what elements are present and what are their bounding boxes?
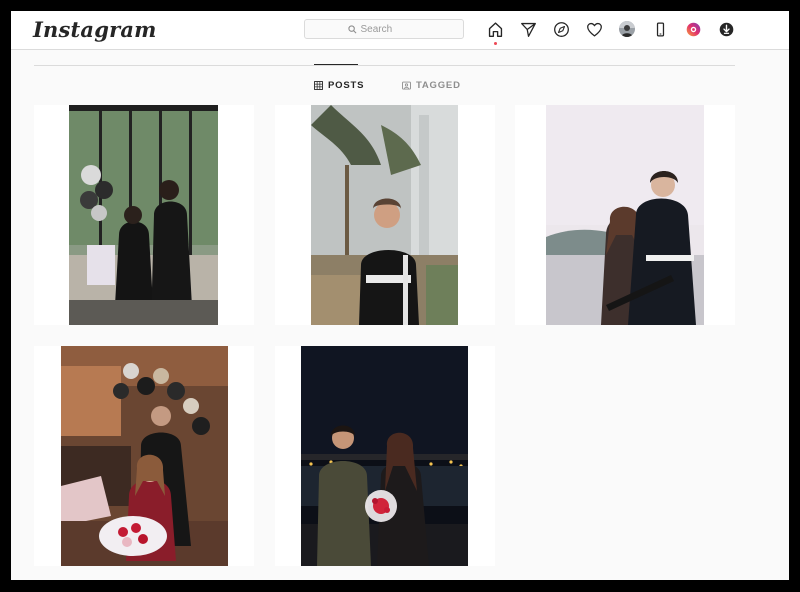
search-input[interactable] [360,23,421,35]
post-thumbnail-1[interactable] [34,105,254,325]
home-notification-dot [494,42,497,45]
profile-avatar[interactable] [618,20,636,38]
tab-tagged-label: TAGGED [416,80,461,91]
post-thumbnail-4[interactable] [34,346,254,566]
browser-viewport: Instagram Search POSTS TAGGED [11,11,789,580]
post-1-photo [69,105,218,325]
search-icon [347,24,356,33]
post-thumbnail-5[interactable] [275,346,495,566]
explore-compass-icon[interactable] [552,20,570,38]
download-icon[interactable] [717,20,735,38]
extension-icon[interactable] [684,20,702,38]
mobile-icon[interactable] [651,20,669,38]
post-thumbnail-2[interactable] [275,105,495,325]
tab-posts[interactable]: POSTS [314,80,364,91]
profile-tabs-divider [34,65,735,66]
direct-message-icon[interactable] [519,20,537,38]
activity-heart-icon[interactable] [585,20,603,38]
post-2-photo [311,105,458,325]
search-box[interactable] [304,19,464,39]
post-thumbnail-3[interactable] [515,105,735,325]
instagram-logo[interactable]: Instagram [33,17,157,42]
top-navigation-bar: Instagram [11,11,789,50]
tab-posts-label: POSTS [328,80,365,91]
tab-tagged[interactable]: TAGGED [402,80,461,91]
grid-icon [314,81,323,90]
home-icon[interactable] [486,20,504,38]
tagged-icon [402,81,411,90]
active-tab-indicator [314,64,358,65]
post-5-photo [301,346,468,566]
post-4-photo [61,346,228,566]
post-3-photo [546,105,704,325]
